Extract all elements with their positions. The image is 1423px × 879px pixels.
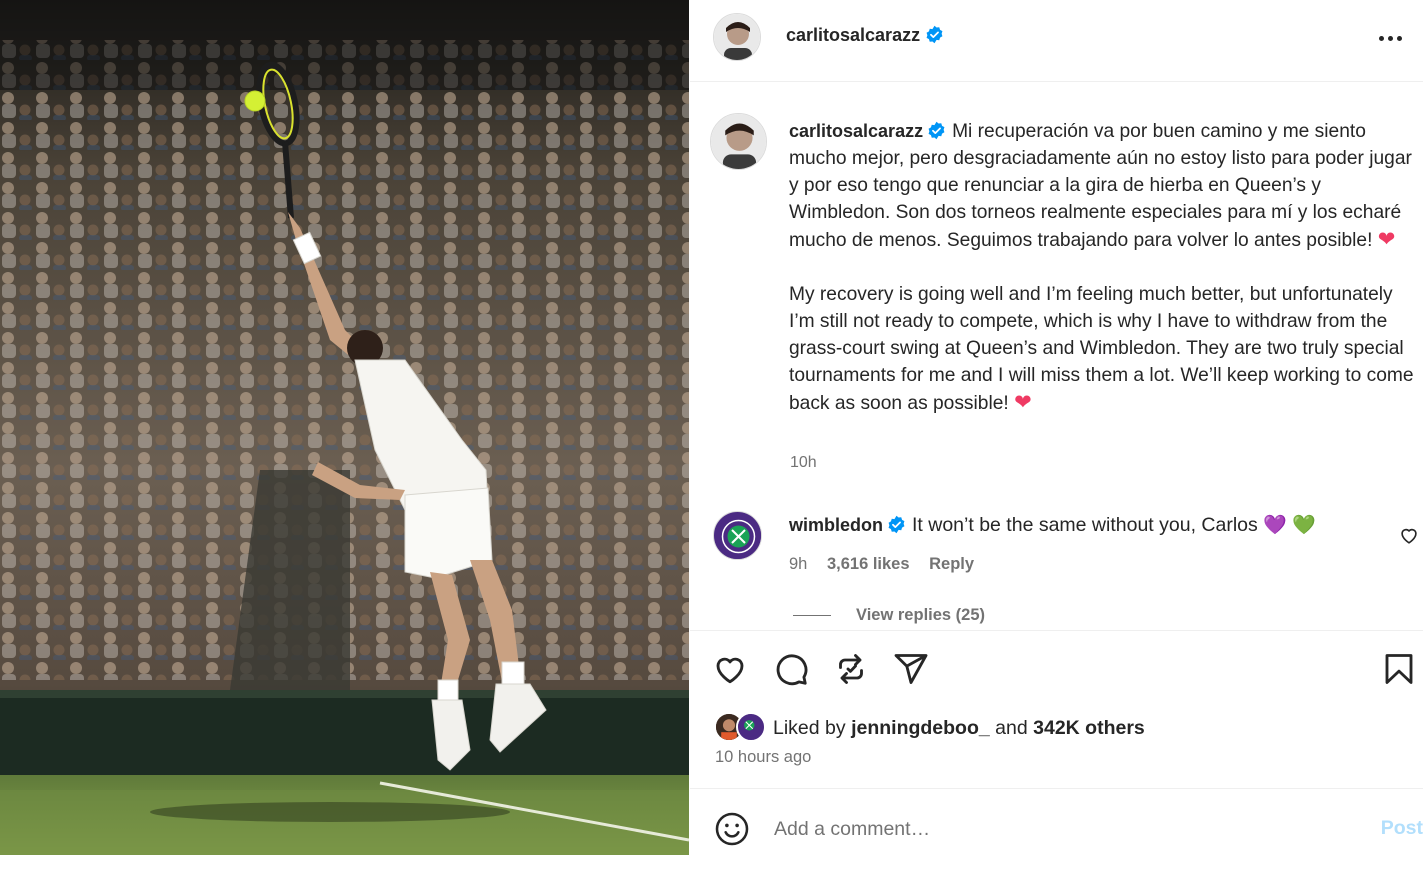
repost-button[interactable] bbox=[833, 651, 873, 691]
caption-english-text: My recovery is going well and I’m feelin… bbox=[789, 284, 1414, 414]
heart-icon bbox=[716, 657, 744, 684]
add-comment-bar: Post bbox=[690, 788, 1423, 879]
comment-time[interactable]: 9h bbox=[789, 555, 807, 573]
comment-username[interactable]: wimbledon bbox=[789, 515, 883, 535]
commenter-avatar[interactable] bbox=[713, 511, 762, 560]
view-replies-button[interactable]: View replies (25) bbox=[793, 606, 985, 625]
post-details-panel: carlitosalcarazz carlitosalcarazz Mi recu… bbox=[690, 0, 1423, 879]
post-photo[interactable] bbox=[0, 0, 689, 855]
caption-author-avatar[interactable] bbox=[710, 113, 767, 170]
send-icon bbox=[894, 654, 928, 684]
comment: wimbledon It won’t be the same without yo… bbox=[789, 512, 1389, 539]
caption-time[interactable]: 10h bbox=[790, 454, 817, 472]
comment-input[interactable] bbox=[774, 813, 1334, 845]
reply-button[interactable]: Reply bbox=[929, 555, 974, 573]
author-avatar[interactable] bbox=[713, 13, 761, 61]
post-caption: carlitosalcarazz Mi recuperación va por b… bbox=[789, 118, 1421, 444]
liked-by-label: Liked by bbox=[773, 717, 846, 739]
wimbledon-avatar bbox=[736, 712, 766, 742]
repost-icon bbox=[839, 654, 863, 684]
caption-username[interactable]: carlitosalcarazz bbox=[789, 121, 923, 141]
comment-meta: 9h 3,616 likes Reply bbox=[789, 555, 989, 574]
heart-emoji-icon: ❤ bbox=[1014, 391, 1032, 414]
bookmark-icon bbox=[1385, 654, 1413, 684]
emoji-picker-button[interactable] bbox=[714, 811, 750, 847]
comment-button[interactable] bbox=[773, 651, 813, 691]
dot bbox=[1397, 36, 1402, 41]
profile-photo-icon bbox=[711, 114, 766, 169]
like-button[interactable] bbox=[712, 651, 752, 691]
likes-others-count[interactable]: 342K others bbox=[1033, 717, 1145, 739]
replies-divider-line bbox=[793, 615, 831, 617]
caption-english-paragraph: My recovery is going well and I’m feelin… bbox=[789, 281, 1421, 417]
author-username[interactable]: carlitosalcarazz bbox=[786, 25, 944, 46]
verified-badge-icon bbox=[926, 25, 943, 44]
wimbledon-logo-icon bbox=[714, 512, 761, 559]
tennis-serve-image bbox=[0, 0, 689, 855]
wimbledon-logo-icon bbox=[738, 714, 761, 737]
post-comment-button[interactable]: Post bbox=[1381, 817, 1423, 840]
verified-badge-icon bbox=[928, 121, 945, 140]
verified-badge-icon bbox=[888, 515, 905, 534]
dot bbox=[1388, 36, 1393, 41]
comment-text: It won’t be the same without you, Carlos bbox=[912, 514, 1258, 536]
comment-likes-count[interactable]: 3,616 likes bbox=[827, 555, 910, 573]
save-button[interactable] bbox=[1381, 651, 1421, 691]
liked-by-avatars[interactable] bbox=[714, 712, 770, 742]
more-horizontal-icon bbox=[1379, 36, 1384, 41]
liked-by-username[interactable]: jenningdeboo_ bbox=[851, 717, 990, 739]
purple-heart-emoji-icon: 💜 bbox=[1263, 515, 1287, 536]
post-header: carlitosalcarazz bbox=[690, 0, 1423, 82]
smiley-icon bbox=[715, 812, 749, 846]
view-replies-label[interactable]: View replies (25) bbox=[856, 606, 985, 624]
likes-summary: Liked by jenningdeboo_ and 342K others bbox=[773, 717, 1145, 740]
profile-photo-icon bbox=[714, 14, 760, 60]
share-button[interactable] bbox=[893, 651, 933, 691]
comment-icon bbox=[776, 654, 808, 686]
posted-time[interactable]: 10 hours ago bbox=[715, 748, 811, 767]
username-text[interactable]: carlitosalcarazz bbox=[786, 25, 920, 45]
likes-and-label: and bbox=[995, 717, 1028, 739]
post-actions-section: Liked by jenningdeboo_ and 342K others 1… bbox=[690, 630, 1423, 787]
caption-spanish-paragraph: carlitosalcarazz Mi recuperación va por b… bbox=[789, 118, 1421, 254]
comment-like-heart-icon[interactable] bbox=[1398, 524, 1420, 546]
green-heart-emoji-icon: 💚 bbox=[1292, 515, 1316, 536]
more-options-button[interactable] bbox=[1373, 22, 1413, 54]
heart-emoji-icon: ❤ bbox=[1377, 228, 1396, 251]
